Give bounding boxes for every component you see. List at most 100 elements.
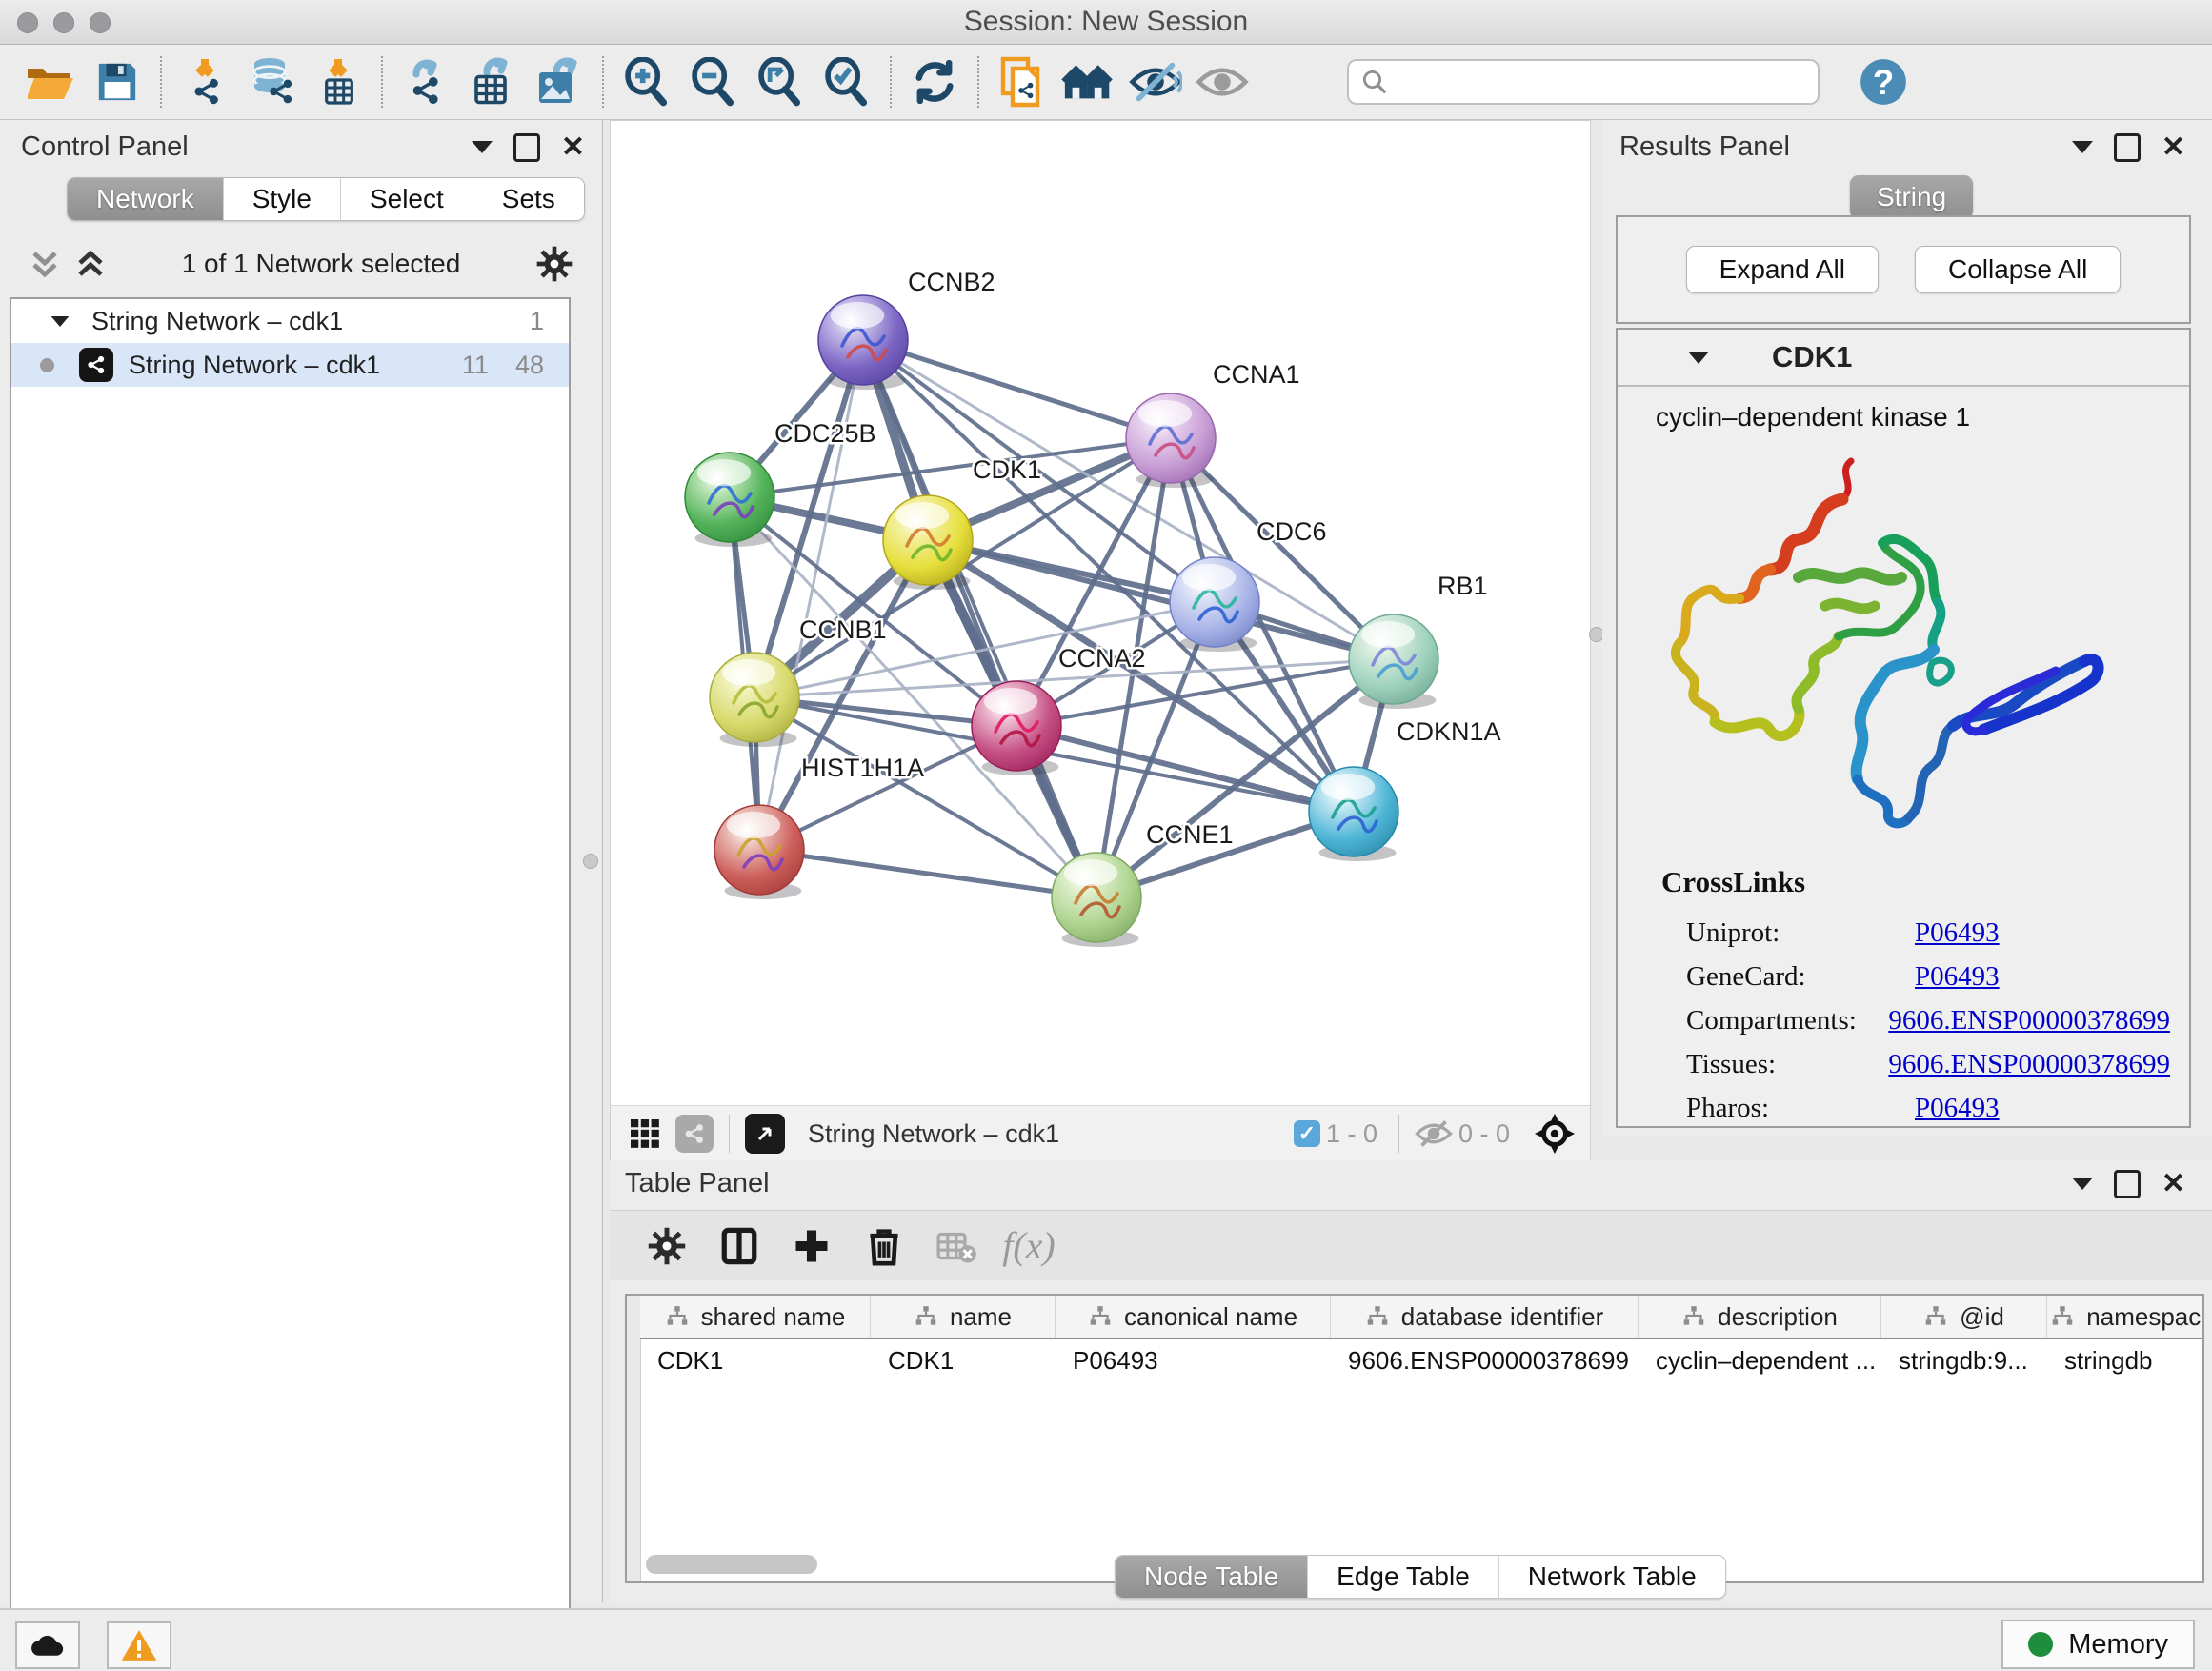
- export-network-button[interactable]: [398, 54, 453, 110]
- tab-select[interactable]: Select: [340, 178, 473, 220]
- tree-expand-icon[interactable]: [51, 315, 70, 326]
- create-column-plus-icon[interactable]: [785, 1219, 838, 1273]
- column-header-database-identifier[interactable]: database identifier: [1331, 1296, 1639, 1338]
- expand-all-button[interactable]: Expand All: [1686, 246, 1879, 293]
- network-options-gear-icon[interactable]: [535, 245, 573, 283]
- import-table-button[interactable]: [311, 54, 366, 110]
- panel-menu-icon[interactable]: [2072, 1178, 2093, 1190]
- node-label: CDC6: [1257, 517, 1327, 546]
- network-canvas[interactable]: CCNB2CCNA1CDC25BCDK1CDC6RB1CCNB1CCNA2CDK…: [610, 120, 1591, 1107]
- crosslink-link[interactable]: 9606.ENSP00000378699: [1888, 1049, 2170, 1080]
- tab-string[interactable]: String: [1850, 175, 1973, 219]
- node-CCNA1[interactable]: CCNA1: [1126, 360, 1300, 488]
- collapse-all-icon[interactable]: [29, 250, 61, 278]
- show-columns-icon[interactable]: [713, 1219, 766, 1273]
- birds-eye-view-icon[interactable]: [628, 1117, 662, 1151]
- hide-selected-button[interactable]: [1128, 54, 1183, 110]
- tab-network[interactable]: Network: [68, 178, 223, 220]
- node-RB1[interactable]: RB1: [1349, 572, 1488, 709]
- show-all-button[interactable]: [1195, 54, 1250, 110]
- attribute-type-icon: [1088, 1304, 1113, 1329]
- crosslink-row: Compartments:9606.ENSP00000378699: [1686, 998, 2170, 1042]
- panel-close-icon[interactable]: ✕: [561, 136, 585, 159]
- protein-header[interactable]: CDK1: [1618, 330, 2189, 387]
- panel-float-icon[interactable]: [2114, 1170, 2141, 1198]
- column-header-description[interactable]: description: [1639, 1296, 1881, 1338]
- collapse-section-icon[interactable]: [1688, 352, 1709, 364]
- selected-checkbox-icon[interactable]: ✓: [1294, 1120, 1320, 1147]
- node-CCNB1[interactable]: CCNB1: [710, 615, 887, 747]
- column-header-namespace[interactable]: namespace: [2047, 1296, 2204, 1338]
- column-header-id[interactable]: @id: [1881, 1296, 2047, 1338]
- zoom-in-button[interactable]: [619, 54, 674, 110]
- column-header-name[interactable]: name: [871, 1296, 1056, 1338]
- network-row[interactable]: String Network – cdk1 11 48: [11, 343, 569, 387]
- expand-all-icon[interactable]: [74, 250, 107, 278]
- node-CDKN1A[interactable]: CDKN1A: [1309, 717, 1501, 861]
- search-container: [1347, 59, 1820, 105]
- edge-CCNB2-CCNA1[interactable]: [863, 340, 1171, 438]
- table-row[interactable]: CDK1CDK1P064939606.ENSP00000378699cyclin…: [640, 1339, 2202, 1381]
- window-minimize-button[interactable]: [53, 12, 74, 33]
- panel-float-icon[interactable]: [2114, 133, 2141, 162]
- panel-menu-icon[interactable]: [472, 141, 493, 153]
- search-input[interactable]: [1347, 59, 1820, 105]
- fit-glyph: [770, 70, 782, 82]
- import-network-button[interactable]: [177, 54, 232, 110]
- cloud-status-button[interactable]: [15, 1621, 80, 1669]
- table-options-gear-icon[interactable]: [640, 1219, 694, 1273]
- help-button[interactable]: ?: [1856, 54, 1911, 110]
- window-close-button[interactable]: [17, 12, 38, 33]
- zoom-out-button[interactable]: [686, 54, 741, 110]
- panel-close-icon[interactable]: ✕: [2162, 136, 2185, 159]
- table-cell[interactable]: 9606.ENSP00000378699: [1331, 1339, 1639, 1381]
- export-table-button[interactable]: [465, 54, 520, 110]
- apply-layout-button[interactable]: [907, 54, 962, 110]
- warnings-button[interactable]: [107, 1621, 171, 1669]
- open-session-button[interactable]: [23, 54, 78, 110]
- collapse-all-button[interactable]: Collapse All: [1915, 246, 2121, 293]
- memory-button[interactable]: Memory: [2001, 1620, 2195, 1669]
- delete-column-trash-icon[interactable]: [857, 1219, 911, 1273]
- splitter-grip[interactable]: [583, 854, 598, 869]
- table-cell[interactable]: CDK1: [871, 1339, 1056, 1381]
- table-cell[interactable]: P06493: [1056, 1339, 1331, 1381]
- new-network-from-selection-button[interactable]: [995, 54, 1050, 110]
- panel-menu-icon[interactable]: [2072, 141, 2093, 153]
- panel-close-icon[interactable]: ✕: [2162, 1173, 2185, 1196]
- table-cell[interactable]: stringdb: [2047, 1339, 2204, 1381]
- tab-edge-table[interactable]: Edge Table: [1307, 1556, 1498, 1598]
- window-zoom-button[interactable]: [90, 12, 111, 33]
- first-neighbors-button[interactable]: [1061, 54, 1116, 110]
- open-in-new-window-icon[interactable]: [745, 1114, 785, 1154]
- tab-network-table[interactable]: Network Table: [1498, 1556, 1725, 1598]
- fit-content-crosshair-icon[interactable]: [1533, 1112, 1577, 1156]
- horizontal-scrollbar[interactable]: [646, 1555, 817, 1574]
- network-node-count: 11: [462, 351, 489, 380]
- save-session-button[interactable]: [90, 54, 145, 110]
- tab-sets[interactable]: Sets: [473, 178, 584, 220]
- zoom-fit-button[interactable]: [753, 54, 808, 110]
- tab-style[interactable]: Style: [223, 178, 340, 220]
- edge-HIST1H1A-CCNE1[interactable]: [759, 850, 1096, 897]
- zoom-selected-button[interactable]: [819, 54, 875, 110]
- import-network-from-database-button[interactable]: [244, 54, 299, 110]
- crosslink-link[interactable]: P06493: [1915, 917, 2000, 949]
- table-row-gutter: [627, 1296, 641, 1581]
- export-image-button[interactable]: [532, 54, 587, 110]
- column-header-canonical-name[interactable]: canonical name: [1056, 1296, 1331, 1338]
- network-collection-row[interactable]: String Network – cdk1 1: [11, 299, 569, 343]
- crosslink-link[interactable]: P06493: [1915, 1093, 2000, 1124]
- table-cell[interactable]: stringdb:9...: [1881, 1339, 2047, 1381]
- crosslink-link[interactable]: P06493: [1915, 961, 2000, 993]
- edge-CCNB2-CCNE1[interactable]: [863, 340, 1096, 897]
- column-header-shared-name[interactable]: shared name: [640, 1296, 871, 1338]
- node-HIST1H1A[interactable]: HIST1H1A: [714, 754, 924, 899]
- tab-node-table[interactable]: Node Table: [1116, 1556, 1307, 1598]
- crosslink-link[interactable]: 9606.ENSP00000378699: [1888, 1005, 2170, 1037]
- table-cell[interactable]: CDK1: [640, 1339, 871, 1381]
- table-cell[interactable]: cyclin–dependent ...: [1639, 1339, 1881, 1381]
- edge-CDK1-RB1[interactable]: [928, 540, 1394, 659]
- network-view-icon[interactable]: [675, 1115, 714, 1153]
- panel-float-icon[interactable]: [513, 133, 540, 162]
